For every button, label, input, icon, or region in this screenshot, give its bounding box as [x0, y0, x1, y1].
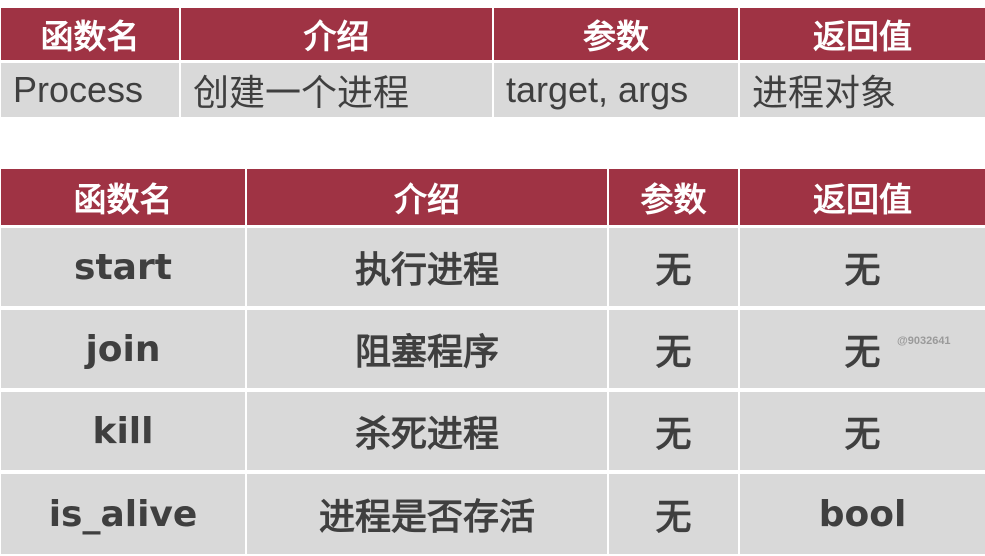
cell-parameters: 无: [608, 308, 740, 392]
cell-function-name: join: [1, 308, 247, 392]
cell-parameters: 无: [608, 226, 740, 310]
cell-parameters: 无: [608, 390, 740, 474]
table-row: start 执行进程 无 无: [1, 226, 985, 310]
cell-description: 执行进程: [246, 226, 609, 310]
cell-return-value: 进程对象: [739, 61, 985, 117]
cell-return-value: bool: [739, 472, 985, 554]
header-description: 介绍: [246, 169, 609, 228]
process-class-table: 函数名 介绍 参数 返回值 Process 创建一个进程 target, arg…: [1, 8, 985, 117]
header-parameters: 参数: [608, 169, 740, 228]
cell-return-value: 无: [739, 308, 985, 392]
cell-description: 进程是否存活: [246, 472, 609, 554]
cell-parameters: 无: [608, 472, 740, 554]
cell-function-name: kill: [1, 390, 247, 474]
table-row: kill 杀死进程 无 无: [1, 390, 985, 474]
header-parameters: 参数: [493, 8, 740, 63]
cell-return-value: 无: [739, 226, 985, 310]
process-methods-table: 函数名 介绍 参数 返回值 start 执行进程 无 无 join 阻塞程序 无…: [1, 169, 985, 554]
cell-function-name: Process: [1, 61, 181, 117]
cell-function-name: start: [1, 226, 247, 310]
header-function-name: 函数名: [1, 169, 247, 228]
cell-return-value: 无: [739, 390, 985, 474]
header-return-value: 返回值: [739, 8, 985, 63]
cell-function-name: is_alive: [1, 472, 247, 554]
table-row: join 阻塞程序 无 无: [1, 308, 985, 392]
cell-description: 杀死进程: [246, 390, 609, 474]
table-header-row: 函数名 介绍 参数 返回值: [1, 169, 985, 228]
cell-parameters: target, args: [493, 61, 740, 117]
table-header-row: 函数名 介绍 参数 返回值: [1, 8, 985, 63]
header-return-value: 返回值: [739, 169, 985, 228]
table-row: Process 创建一个进程 target, args 进程对象: [1, 61, 985, 117]
header-description: 介绍: [180, 8, 494, 63]
cell-description: 创建一个进程: [180, 61, 494, 117]
cell-description: 阻塞程序: [246, 308, 609, 392]
watermark-text: @9032641: [897, 335, 951, 347]
header-function-name: 函数名: [1, 8, 181, 63]
table-row: is_alive 进程是否存活 无 bool: [1, 472, 985, 554]
